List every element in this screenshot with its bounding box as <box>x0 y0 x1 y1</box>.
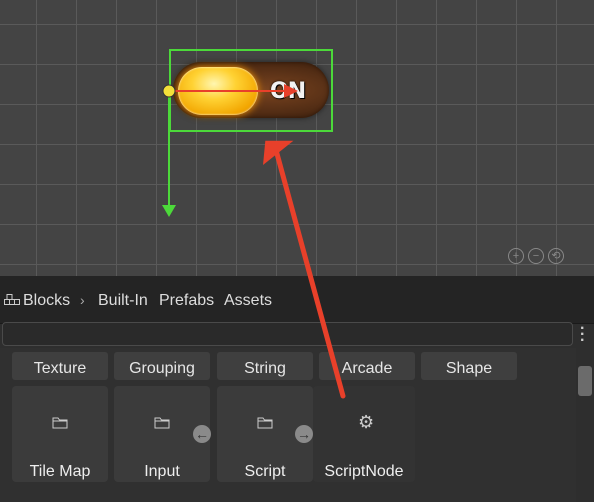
zoom-reset-icon[interactable]: ⟲ <box>548 248 564 264</box>
zoom-out-icon[interactable]: − <box>528 248 544 264</box>
folder-icon <box>257 417 273 429</box>
selection-box[interactable] <box>169 49 333 132</box>
tile-label-script: Script <box>244 463 286 480</box>
scrollbar-thumb[interactable] <box>578 366 592 396</box>
zoom-in-icon[interactable]: + <box>508 248 524 264</box>
category-string[interactable]: String <box>217 352 313 380</box>
tile-label-scriptnode: ScriptNode <box>324 463 404 480</box>
gear-icon: ⚙ <box>358 412 375 432</box>
scroll-right-icon[interactable]: → <box>295 425 313 443</box>
category-texture[interactable]: Texture <box>12 352 108 380</box>
tab-prefabs[interactable]: Prefabs <box>159 292 214 310</box>
scroll-left-icon[interactable]: ← <box>193 425 211 443</box>
tab-built-in[interactable]: Built-In <box>98 292 148 310</box>
scene-viewport[interactable]: ON + − ⟲ <box>0 0 594 276</box>
breadcrumb-chevron-icon: › <box>80 292 85 308</box>
category-shape[interactable]: Shape <box>421 352 517 380</box>
folder-icon <box>52 417 68 429</box>
panel-tab-bar: Blocks › Built-In Prefabs Assets <box>0 276 594 324</box>
more-vert-icon[interactable]: · · · <box>580 321 585 349</box>
tile-label-input: Input <box>144 463 180 480</box>
folder-icon <box>154 417 170 429</box>
blocks-icon <box>4 294 20 305</box>
category-grouping[interactable]: Grouping <box>114 352 210 380</box>
search-input[interactable] <box>2 322 573 346</box>
tab-assets[interactable]: Assets <box>224 292 272 310</box>
tile-label-tile-map: Tile Map <box>29 463 91 480</box>
category-arcade[interactable]: Arcade <box>319 352 415 380</box>
tab-blocks[interactable]: Blocks <box>23 292 70 310</box>
